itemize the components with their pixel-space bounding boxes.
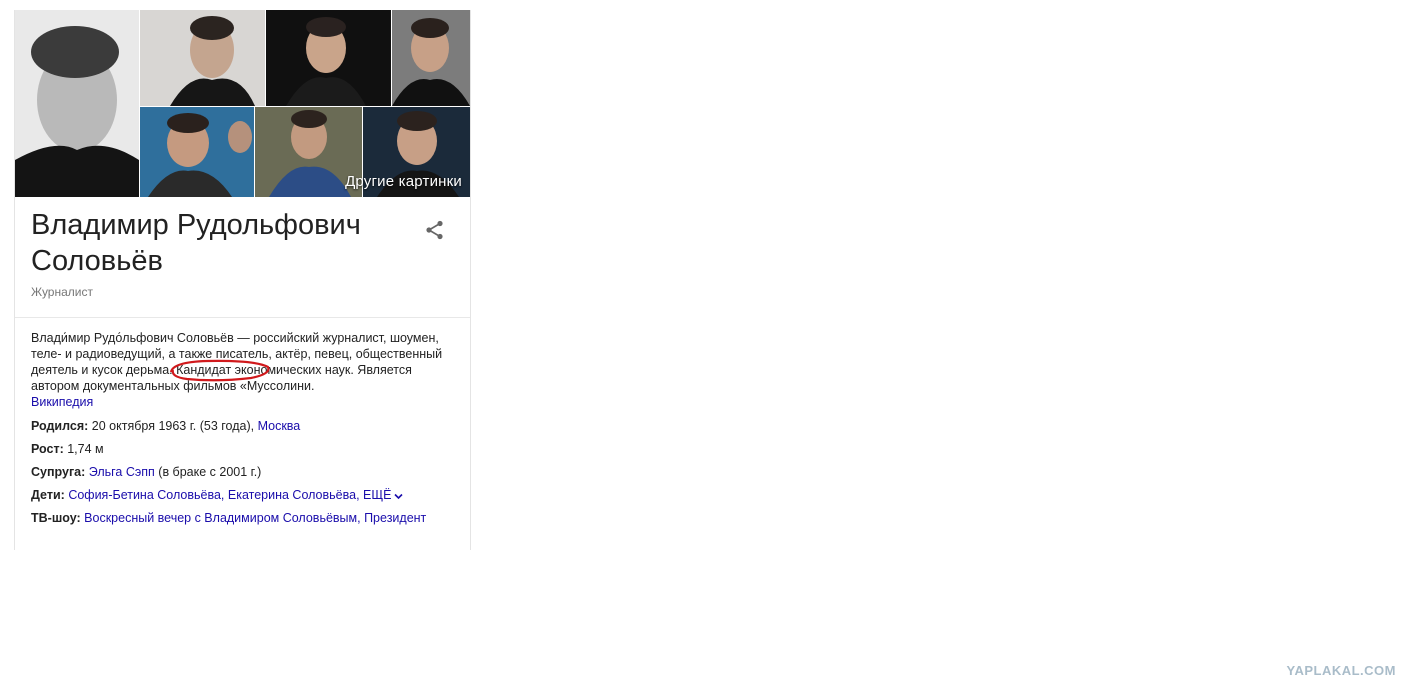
fact-spouse: Супруга: Эльга Сэпп (в браке с 2001 г.)	[31, 464, 456, 480]
gallery-photo-3[interactable]	[266, 10, 391, 106]
gallery-photo-2[interactable]	[140, 10, 265, 106]
spouse-link[interactable]: Эльга Сэпп	[89, 465, 155, 479]
fact-tv-shows: ТВ-шоу: Воскресный вечер с Владимиром Со…	[31, 510, 456, 526]
wikipedia-link[interactable]: Википедия	[31, 395, 93, 409]
fact-born: Родился: 20 октября 1963 г. (53 года), М…	[31, 418, 456, 434]
birthplace-link[interactable]: Москва	[258, 419, 301, 433]
fact-value: 20 октября 1963 г. (53 года),	[91, 419, 255, 433]
panel-header: Владимир Рудольфович Соловьёв Журналист	[15, 197, 470, 318]
description-highlight: и кусок дерьма	[77, 363, 170, 377]
description: Влади́мир Рудо́льфович Соловьёв — россий…	[15, 318, 470, 410]
image-gallery: Другие картинки	[15, 10, 470, 197]
gallery-photo-5[interactable]	[140, 107, 254, 197]
fact-label: Родился:	[31, 419, 89, 433]
share-icon[interactable]	[424, 219, 446, 241]
more-label: ЕЩЁ	[363, 488, 392, 502]
fact-label: Рост:	[31, 442, 64, 456]
more-children-button[interactable]: ЕЩЁ	[363, 488, 404, 502]
tv-show-links[interactable]: Воскресный вечер с Владимиром Соловьёвым…	[84, 511, 426, 525]
fact-children: Дети: София-Бетина Соловьёва, Екатерина …	[31, 487, 456, 503]
page-title: Владимир Рудольфович Соловьёв	[31, 209, 361, 277]
gallery-photo-main[interactable]	[15, 10, 139, 197]
chevron-down-icon	[394, 493, 404, 500]
fact-value: 1,74 м	[67, 442, 104, 456]
knowledge-panel: Другие картинки Владимир Рудольфович Сол…	[14, 10, 471, 550]
fact-height: Рост: 1,74 м	[31, 441, 456, 457]
fact-label: ТВ-шоу:	[31, 511, 81, 525]
fact-label: Дети:	[31, 488, 65, 502]
gallery-photo-4[interactable]	[392, 10, 470, 106]
watermark: YAPLAKAL.COM	[1286, 663, 1396, 678]
children-links[interactable]: София-Бетина Соловьёва, Екатерина Соловь…	[68, 488, 359, 502]
more-images-link[interactable]: Другие картинки	[345, 173, 462, 190]
fact-label: Супруга:	[31, 465, 86, 479]
facts-list: Родился: 20 октября 1963 г. (53 года), М…	[15, 410, 470, 526]
fact-value: (в браке с 2001 г.)	[158, 465, 262, 479]
page-subtitle: Журналист	[31, 285, 93, 299]
